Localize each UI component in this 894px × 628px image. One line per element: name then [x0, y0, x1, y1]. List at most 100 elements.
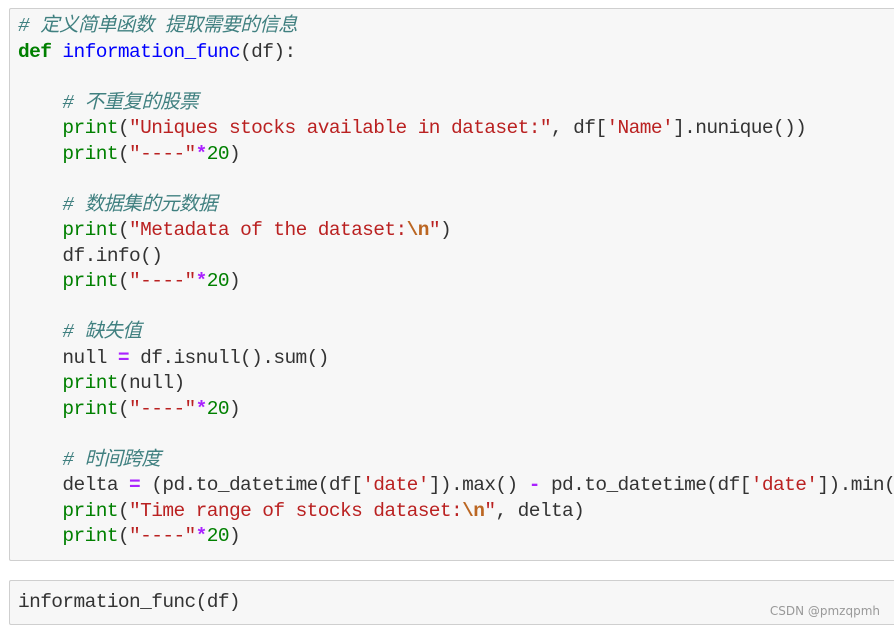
code-token: # 缺失值: [62, 321, 142, 343]
code-cell-function-call[interactable]: information_func(df): [9, 580, 894, 625]
code-token: 'date': [362, 474, 429, 496]
code-token: ): [229, 397, 241, 420]
code-token: # 数据集的元数据: [62, 193, 217, 216]
code-token: , df[: [550, 117, 607, 139]
code-line: df.info(): [18, 244, 894, 270]
code-token: # 定义简单函数 提取需要的信息: [18, 15, 298, 37]
code-token: 20: [206, 397, 230, 420]
code-token: print: [62, 270, 118, 292]
code-line: # 数据集的元数据: [18, 193, 894, 219]
code-token: (: [117, 270, 130, 292]
code-line: print("----"*20): [18, 397, 894, 423]
code-line: print("----"*20): [18, 142, 894, 168]
code-token: ": [428, 219, 441, 241]
code-token: ): [229, 270, 241, 292]
code-token: def: [18, 40, 52, 63]
code-token: print: [62, 117, 118, 139]
code-token: # 不重复的股票: [62, 91, 199, 114]
code-cell-function-definition[interactable]: # 定义简单函数 提取需要的信息 def information_func(df)…: [9, 8, 894, 561]
code-token: ]).min()): [817, 474, 894, 496]
code-token: (: [117, 117, 130, 139]
code-token: =: [117, 346, 130, 369]
code-token: 'date': [750, 474, 818, 496]
code-token: *: [195, 397, 208, 420]
code-line: print("----"*20): [18, 524, 894, 550]
code-token: 20: [206, 525, 230, 547]
code-token: print: [62, 499, 118, 522]
code-token: pd.to_datetime(df[: [539, 474, 751, 496]
code-token: ].nunique()): [673, 117, 807, 139]
code-token: null: [18, 346, 118, 369]
code-line: print("Uniques stocks available in datas…: [18, 116, 894, 142]
code-line: # 缺失值: [18, 320, 894, 346]
code-token: (: [117, 397, 130, 420]
code-token: (pd.to_datetime(df[: [140, 474, 363, 496]
code-token: "Time range of stocks dataset:: [129, 499, 463, 522]
code-token: "----": [129, 397, 196, 420]
code-token: 'Name': [606, 117, 674, 139]
code-line: print("Time range of stocks dataset:\n",…: [18, 499, 894, 525]
code-token: # 时间跨度: [62, 448, 161, 471]
code-line: # 不重复的股票: [18, 91, 894, 117]
code-token: print: [62, 525, 118, 547]
code-token: df.isnull().sum(): [129, 346, 329, 369]
code-token: (df):: [240, 40, 296, 63]
code-token: "----": [129, 525, 196, 547]
code-token: 20: [206, 142, 230, 165]
code-line: def information_func(df):: [18, 40, 894, 66]
code-token: (: [117, 219, 130, 241]
code-token: print: [62, 372, 118, 394]
code-token: *: [195, 142, 208, 165]
code-token: df.info(): [18, 244, 163, 267]
code-token: "----": [129, 142, 196, 165]
code-token: \n: [462, 499, 485, 522]
code-line: # 定义简单函数 提取需要的信息: [18, 14, 894, 40]
code-line: print(null): [18, 371, 894, 397]
code-token: =: [129, 474, 141, 496]
code-editor-call[interactable]: information_func(df): [18, 590, 241, 616]
code-line: null = df.isnull().sum(): [18, 346, 894, 372]
code-token: 20: [206, 270, 230, 292]
watermark: CSDN @pmzqpmh: [769, 604, 880, 618]
code-token: ]).max(): [428, 474, 529, 496]
code-token: print: [62, 219, 118, 241]
code-line: # 时间跨度: [18, 448, 894, 474]
code-line: information_func(df): [18, 591, 241, 613]
code-token: ): [229, 525, 241, 547]
code-token: (null): [117, 372, 185, 394]
code-token: ): [439, 219, 452, 241]
code-line: print("Metadata of the dataset:\n"): [18, 218, 894, 244]
code-token: delta: [18, 474, 130, 496]
code-token: print: [62, 397, 118, 420]
code-token: ): [229, 142, 241, 165]
code-line: delta = (pd.to_datetime(df['date']).max(…: [18, 473, 894, 499]
code-token: *: [195, 270, 208, 292]
code-token: print: [62, 142, 118, 165]
code-token: (: [117, 525, 130, 547]
code-editor[interactable]: # 定义简单函数 提取需要的信息 def information_func(df)…: [18, 14, 894, 550]
code-token: "Uniques stocks available in dataset:": [129, 117, 551, 139]
code-token: (: [117, 499, 130, 522]
code-token: ": [484, 499, 496, 522]
code-token: *: [195, 525, 208, 547]
code-token: , delta): [495, 499, 585, 522]
code-token: "----": [129, 270, 196, 292]
code-token: -: [528, 474, 541, 496]
code-token: "Metadata of the dataset:: [129, 219, 407, 241]
